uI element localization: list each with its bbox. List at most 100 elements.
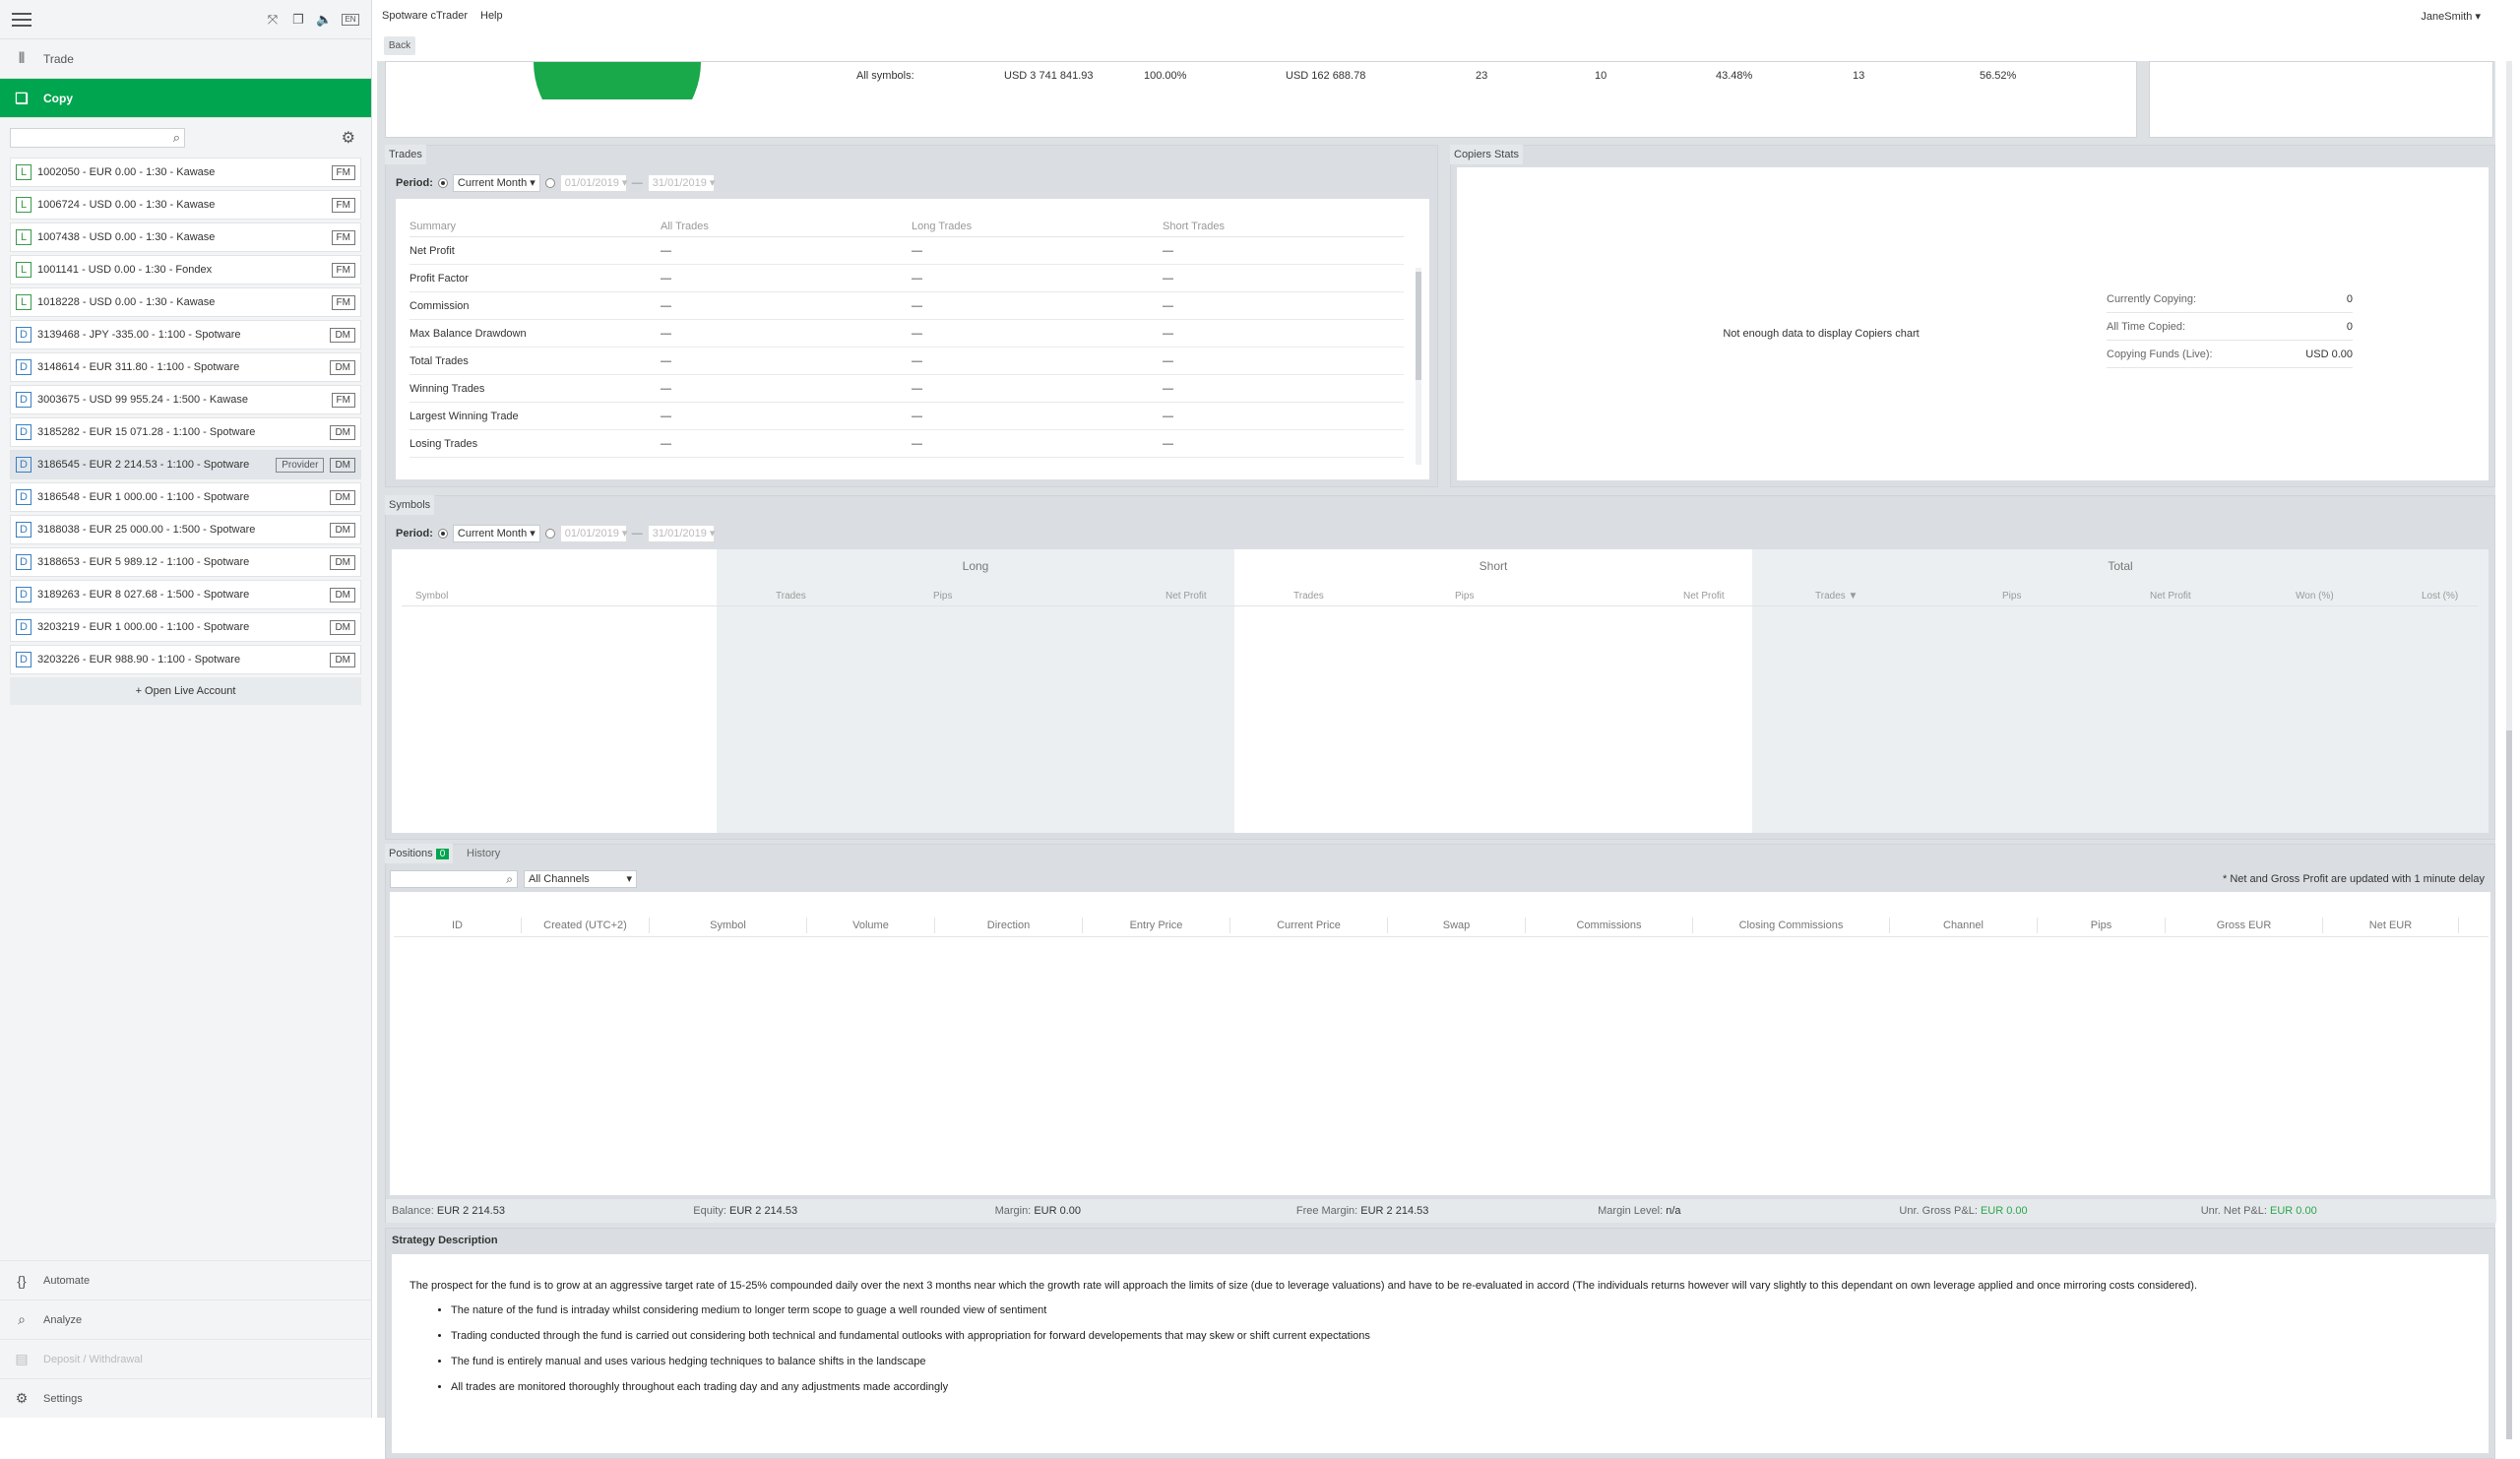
tab-positions[interactable]: Positions 0 — [385, 844, 454, 863]
positions-col-header[interactable]: Current Price — [1230, 917, 1388, 933]
col-total-trades[interactable]: Trades ▼ — [1815, 591, 1858, 602]
account-item[interactable]: L 1018228 - USD 0.00 - 1:30 - Kawase FM — [10, 287, 361, 317]
col-short-pips[interactable]: Pips — [1455, 591, 1474, 602]
col-won[interactable]: Won (%) — [2296, 591, 2334, 602]
account-item[interactable]: D 3188653 - EUR 5 989.12 - 1:100 - Spotwa… — [10, 547, 361, 577]
open-live-account-button[interactable]: + Open Live Account — [10, 677, 361, 705]
col-long-trades[interactable]: Trades — [776, 591, 806, 602]
account-item[interactable]: D 3186545 - EUR 2 214.53 - 1:100 - Spotwa… — [10, 450, 361, 479]
col-lost[interactable]: Lost (%) — [2422, 591, 2458, 602]
stat-label: Copying Funds (Live): — [2107, 348, 2213, 360]
date-to-picker[interactable]: 31/01/2019 ▾ — [647, 525, 715, 542]
summary-value-3: USD 162 688.78 — [1286, 70, 1366, 82]
tab-history[interactable]: History — [467, 848, 500, 859]
scrollbar-thumb[interactable] — [2506, 730, 2512, 1439]
nav-settings[interactable]: ⚙ Settings — [0, 1378, 372, 1418]
positions-col-header[interactable]: Gross EUR — [2166, 917, 2323, 933]
positions-col-header[interactable]: Swap — [1388, 917, 1526, 933]
tab-symbols[interactable]: Symbols — [385, 495, 435, 515]
positions-search-input[interactable]: ⌕ — [390, 870, 518, 888]
row-short: — — [1163, 437, 1173, 450]
positions-col-header[interactable]: Entry Price — [1083, 917, 1230, 933]
account-item[interactable]: L 1007438 - USD 0.00 - 1:30 - Kawase FM — [10, 222, 361, 252]
row-short: — — [1163, 327, 1173, 340]
positions-col-header[interactable]: Created (UTC+2) — [522, 917, 650, 933]
positions-col-header[interactable]: Direction — [935, 917, 1083, 933]
period-radio-preset[interactable] — [437, 529, 448, 539]
tab-copiers-stats[interactable]: Copiers Stats — [1450, 145, 1524, 164]
col-total-pips[interactable]: Pips — [2002, 591, 2021, 602]
account-label: 3003675 - USD 99 955.24 - 1:500 - Kawase — [37, 394, 249, 406]
balance-item: Margin: EUR 0.00 — [989, 1205, 1291, 1217]
col-total-net-profit[interactable]: Net Profit — [2150, 591, 2191, 602]
row-long: — — [912, 354, 922, 367]
positions-col-header[interactable]: Volume — [807, 917, 935, 933]
account-item[interactable]: D 3189263 - EUR 8 027.68 - 1:500 - Spotwa… — [10, 580, 361, 609]
account-item[interactable]: D 3148614 - EUR 311.80 - 1:100 - Spotware… — [10, 352, 361, 382]
period-radio-custom[interactable] — [544, 529, 555, 539]
col-symbol[interactable]: Symbol — [415, 591, 448, 602]
positions-col-header[interactable]: Channel — [1890, 917, 2038, 933]
nav-automate[interactable]: {} Automate — [0, 1260, 372, 1300]
positions-col-header[interactable]: Pips — [2038, 917, 2166, 933]
detach-icon[interactable]: ❐ — [290, 12, 306, 28]
account-item[interactable]: D 3003675 - USD 99 955.24 - 1:500 - Kawas… — [10, 385, 361, 414]
col-short-trades[interactable]: Trades — [1293, 591, 1324, 602]
chevron-down-icon: ▾ — [626, 873, 632, 885]
date-from-picker[interactable]: 01/01/2019 ▾ — [559, 525, 627, 542]
menu-help[interactable]: Help — [480, 10, 503, 22]
nav-analyze[interactable]: ⌕ Analyze — [0, 1300, 372, 1339]
col-long-net-profit[interactable]: Net Profit — [1166, 591, 1207, 602]
date-to-picker[interactable]: 31/01/2019 ▾ — [647, 174, 715, 192]
account-item[interactable]: D 3185282 - EUR 15 071.28 - 1:100 - Spotw… — [10, 417, 361, 447]
nav-trade[interactable]: ⫴ Trade — [0, 39, 371, 79]
gear-icon[interactable]: ⚙ — [342, 128, 355, 148]
row-label: Net Profit — [410, 244, 455, 257]
period-dropdown[interactable]: Current Month ▾ — [452, 174, 540, 192]
back-button[interactable]: Back — [384, 36, 415, 55]
positions-col-header[interactable]: Net EUR — [2323, 917, 2459, 933]
col-long-pips[interactable]: Pips — [933, 591, 952, 602]
language-icon[interactable]: EN — [342, 13, 359, 26]
row-all: — — [661, 299, 671, 312]
date-from-picker[interactable]: 01/01/2019 ▾ — [559, 174, 627, 192]
fullscreen-icon[interactable]: ⤧ — [265, 12, 281, 28]
positions-col-header[interactable]: Closing Commissions — [1693, 917, 1890, 933]
hamburger-menu-icon[interactable] — [12, 12, 32, 27]
positions-col-header[interactable]: Commissions — [1526, 917, 1693, 933]
period-dropdown[interactable]: Current Month ▾ — [452, 525, 540, 542]
positions-col-header[interactable]: ID — [394, 917, 522, 933]
summary-value-1: USD 3 741 841.93 — [1004, 70, 1094, 82]
trades-summary-table: Summary All Trades Long Trades Short Trades… — [410, 216, 1404, 458]
account-search-input[interactable]: ⌕ — [10, 128, 185, 148]
strategy-bullets: The nature of the fund is intraday whils… — [410, 1298, 2471, 1400]
channel-dropdown[interactable]: All Channels ▾ — [524, 870, 637, 888]
tab-trades[interactable]: Trades — [385, 145, 426, 164]
page-scrollbar[interactable] — [2506, 61, 2512, 1439]
positions-col-header[interactable]: Symbol — [650, 917, 807, 933]
date-to: 31/01/2019 — [652, 528, 707, 539]
sound-icon[interactable]: 🔈 — [316, 12, 332, 28]
account-item[interactable]: D 3203219 - EUR 1 000.00 - 1:100 - Spotwa… — [10, 612, 361, 642]
account-label: 3139468 - JPY -335.00 - 1:100 - Spotware — [37, 329, 241, 341]
account-item[interactable]: L 1006724 - USD 0.00 - 1:30 - Kawase FM — [10, 190, 361, 220]
account-item[interactable]: D 3186548 - EUR 1 000.00 - 1:100 - Spotwa… — [10, 482, 361, 512]
account-item[interactable]: D 3188038 - EUR 25 000.00 - 1:500 - Spotw… — [10, 515, 361, 544]
account-item[interactable]: L 1002050 - EUR 0.00 - 1:30 - Kawase FM — [10, 158, 361, 187]
nav-copy[interactable]: ❏ Copy — [0, 79, 371, 118]
copier-stat-row: Copying Funds (Live): USD 0.00 — [2107, 341, 2353, 368]
period-radio-custom[interactable] — [544, 178, 555, 188]
account-item[interactable]: D 3203226 - EUR 988.90 - 1:100 - Spotware… — [10, 645, 361, 674]
user-menu[interactable]: JaneSmith ▾ — [2421, 10, 2481, 23]
account-item[interactable]: D 3139468 - JPY -335.00 - 1:100 - Spotwar… — [10, 320, 361, 349]
account-mode-badge: DM — [330, 522, 355, 538]
row-all: — — [661, 327, 671, 340]
trades-table-scrollbar[interactable] — [1416, 268, 1421, 465]
account-item[interactable]: L 1001141 - USD 0.00 - 1:30 - Fondex FM — [10, 255, 361, 285]
period-radio-preset[interactable] — [437, 178, 448, 188]
col-short-net-profit[interactable]: Net Profit — [1683, 591, 1725, 602]
trade-icon: ⫴ — [18, 50, 26, 67]
menu-spotware-ctrader[interactable]: Spotware cTrader — [382, 10, 468, 22]
copier-stat-row: Currently Copying: 0 — [2107, 285, 2353, 313]
table-row: Total Trades — — — — [410, 348, 1404, 375]
